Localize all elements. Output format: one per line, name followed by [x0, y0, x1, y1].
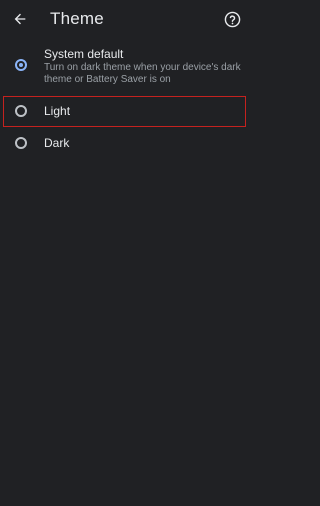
- help-circle-icon: [224, 11, 240, 27]
- option-light[interactable]: Light: [0, 96, 250, 127]
- option-system-default[interactable]: System default Turn on dark theme when y…: [0, 44, 250, 88]
- page-title: Theme: [50, 9, 104, 28]
- theme-settings-screen: Theme System default Turn on dark theme …: [0, 0, 250, 506]
- radio-dark[interactable]: [15, 137, 27, 149]
- radio-system-default[interactable]: [15, 59, 27, 71]
- option-description-system-default: Turn on dark theme when your device's da…: [44, 62, 241, 85]
- option-dark[interactable]: Dark: [0, 130, 250, 158]
- option-label-system-default: System default: [44, 47, 124, 61]
- option-label-dark: Dark: [44, 136, 70, 150]
- help-button[interactable]: [221, 8, 243, 30]
- app-bar: Theme: [0, 0, 250, 38]
- back-button[interactable]: [8, 7, 32, 31]
- arrow-back-icon: [14, 13, 26, 25]
- option-label-light: Light: [44, 104, 71, 118]
- radio-light[interactable]: [15, 105, 27, 117]
